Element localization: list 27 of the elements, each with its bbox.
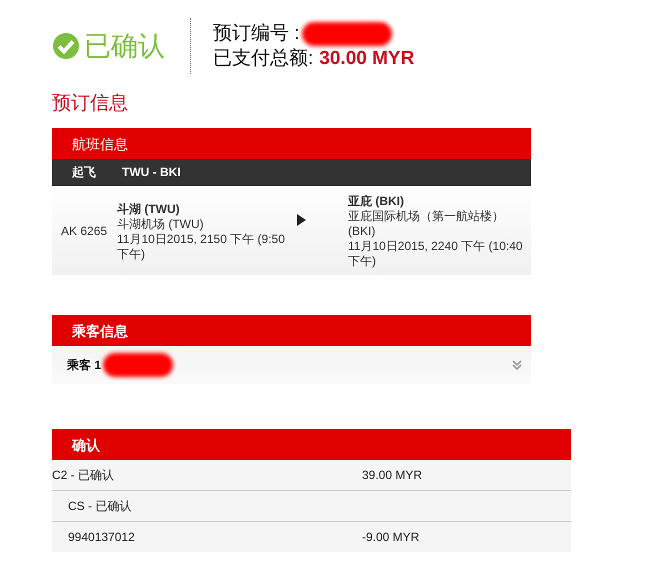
arrival-airport: 亚庇国际机场（第一航站楼） (BKI): [348, 209, 505, 239]
panel-header: 航班信息: [52, 128, 531, 159]
item-label: 9940137012: [67, 530, 136, 544]
departure-city: 斗湖 (TWU): [117, 202, 181, 216]
amount: -9.00 MYR: [362, 530, 420, 544]
departure-airport: 斗湖机场 (TWU): [117, 216, 205, 232]
arrival-city: 亚庇 (BKI): [348, 194, 405, 209]
flight-number: AK 6265: [61, 224, 108, 239]
departure-time: 11月10日2015, 2150 下午 (9:50 下午): [117, 232, 286, 262]
total-label: 已支付总额:: [213, 47, 314, 71]
item-label: CS - 已确认: [67, 498, 132, 514]
total-amount: 30.00 MYR: [319, 47, 414, 71]
section-title: 预订信息: [52, 92, 129, 116]
amount: 39.00 MYR: [362, 468, 422, 482]
arrival-time: 11月10日2015, 2240 下午 (10:40 下午): [348, 239, 524, 269]
status-label: 已确认: [84, 30, 165, 63]
panel-header: 乘客信息: [52, 315, 531, 346]
item-label: C2 - 已确认: [52, 466, 116, 484]
arrow-icon: [297, 214, 306, 226]
panel-header: 确认: [52, 429, 571, 460]
route-label: TWU - BKI: [122, 164, 181, 181]
booking-number-label: 预订编号 :: [213, 22, 300, 46]
direction-label: 起飞: [72, 164, 96, 181]
passenger-row[interactable]: 乘客 1: [52, 346, 531, 384]
passenger-label: 乘客 1: [67, 356, 102, 374]
redaction-mark: [103, 353, 174, 377]
chevron-icon[interactable]: [511, 359, 523, 371]
